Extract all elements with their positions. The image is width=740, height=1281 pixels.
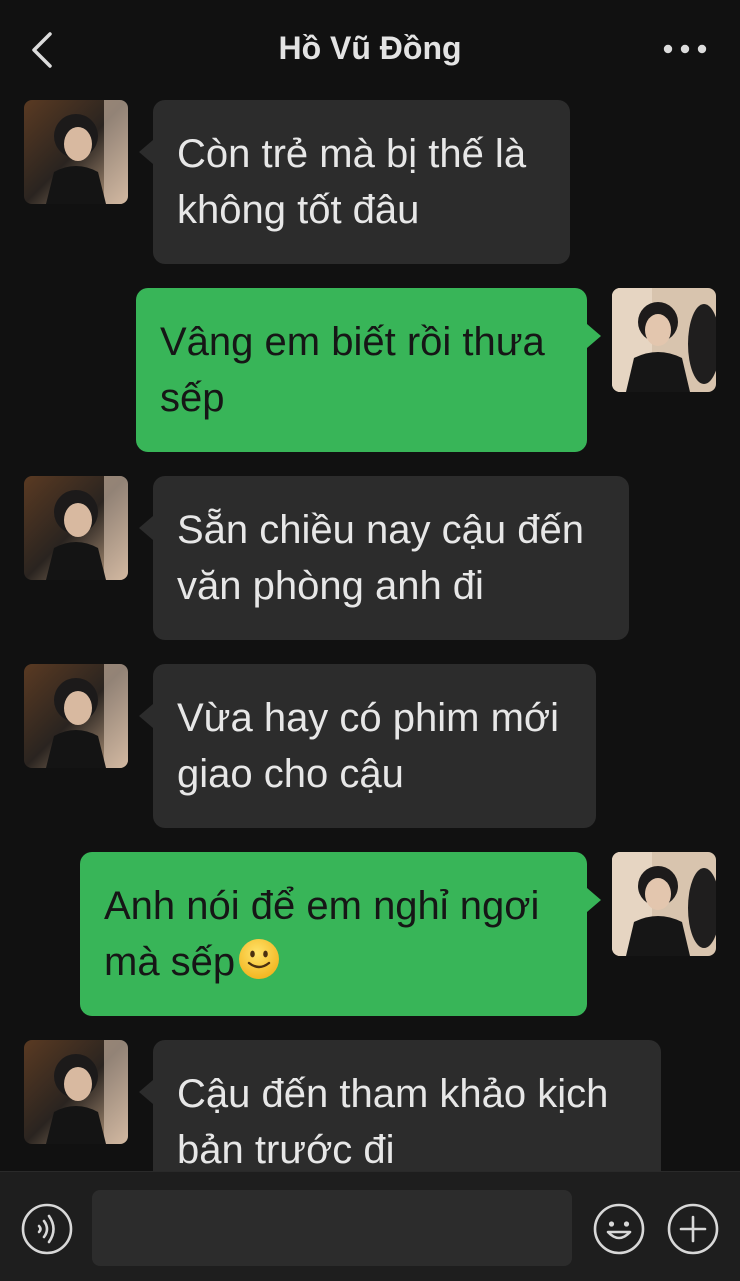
contact-photo xyxy=(24,1040,128,1144)
contact-photo xyxy=(24,476,128,580)
contact-avatar[interactable] xyxy=(24,664,128,768)
message-text: Vâng em biết rồi thưa xyxy=(160,320,545,364)
message-text-row: mà sếp xyxy=(104,934,563,990)
message-text: không tốt đâu xyxy=(177,188,420,232)
plus-button[interactable] xyxy=(666,1202,720,1256)
message-bubble-incoming[interactable]: Sẵn chiều nay cậu đến văn phòng anh đi xyxy=(139,476,629,640)
voice-button[interactable] xyxy=(20,1202,74,1256)
message-bubble-outgoing[interactable]: Vâng em biết rồi thưa sếp xyxy=(136,288,601,452)
slightly-smiling-face-icon xyxy=(239,939,280,979)
message-text: Còn trẻ mà bị thế là xyxy=(177,132,527,176)
more-button[interactable] xyxy=(660,34,710,64)
emoji-icon xyxy=(593,1203,645,1255)
self-avatar[interactable] xyxy=(612,288,716,392)
voice-icon xyxy=(21,1203,73,1255)
plus-icon xyxy=(667,1203,719,1255)
message-text: Anh nói để em nghỉ ngơi xyxy=(104,884,540,928)
message-text: giao cho cậu xyxy=(177,752,404,796)
message-text: sếp xyxy=(160,376,225,420)
composer-bar xyxy=(0,1171,740,1281)
chat-header: Hồ Vũ Đồng xyxy=(0,0,740,96)
message-input[interactable] xyxy=(92,1190,572,1266)
self-photo xyxy=(612,852,716,956)
more-dots-icon xyxy=(663,44,707,54)
self-photo xyxy=(612,288,716,392)
message-text: mà sếp xyxy=(104,940,236,984)
message-text: Cậu đến tham khảo kịch xyxy=(177,1072,609,1116)
message-text: văn phòng anh đi xyxy=(177,564,484,608)
emoji-button[interactable] xyxy=(592,1202,646,1256)
contact-avatar[interactable] xyxy=(24,1040,128,1144)
contact-photo xyxy=(24,664,128,768)
contact-photo xyxy=(24,100,128,204)
message-list[interactable]: Còn trẻ mà bị thế là không tốt đâu Vâng … xyxy=(0,96,740,1171)
message-text: Vừa hay có phim mới xyxy=(177,696,560,740)
contact-avatar[interactable] xyxy=(24,100,128,204)
message-text: bản trước đi xyxy=(177,1128,395,1171)
message-text: Sẵn chiều nay cậu đến xyxy=(177,508,584,552)
message-bubble-incoming[interactable]: Cậu đến tham khảo kịch bản trước đi xyxy=(139,1040,661,1171)
self-avatar[interactable] xyxy=(612,852,716,956)
chat-title: Hồ Vũ Đồng xyxy=(278,30,462,66)
message-bubble-incoming[interactable]: Vừa hay có phim mới giao cho cậu xyxy=(139,664,596,828)
contact-avatar[interactable] xyxy=(24,476,128,580)
message-bubble-incoming[interactable]: Còn trẻ mà bị thế là không tốt đâu xyxy=(139,100,570,264)
message-bubble-outgoing[interactable]: Anh nói để em nghỉ ngơi mà sếp xyxy=(80,852,601,1016)
